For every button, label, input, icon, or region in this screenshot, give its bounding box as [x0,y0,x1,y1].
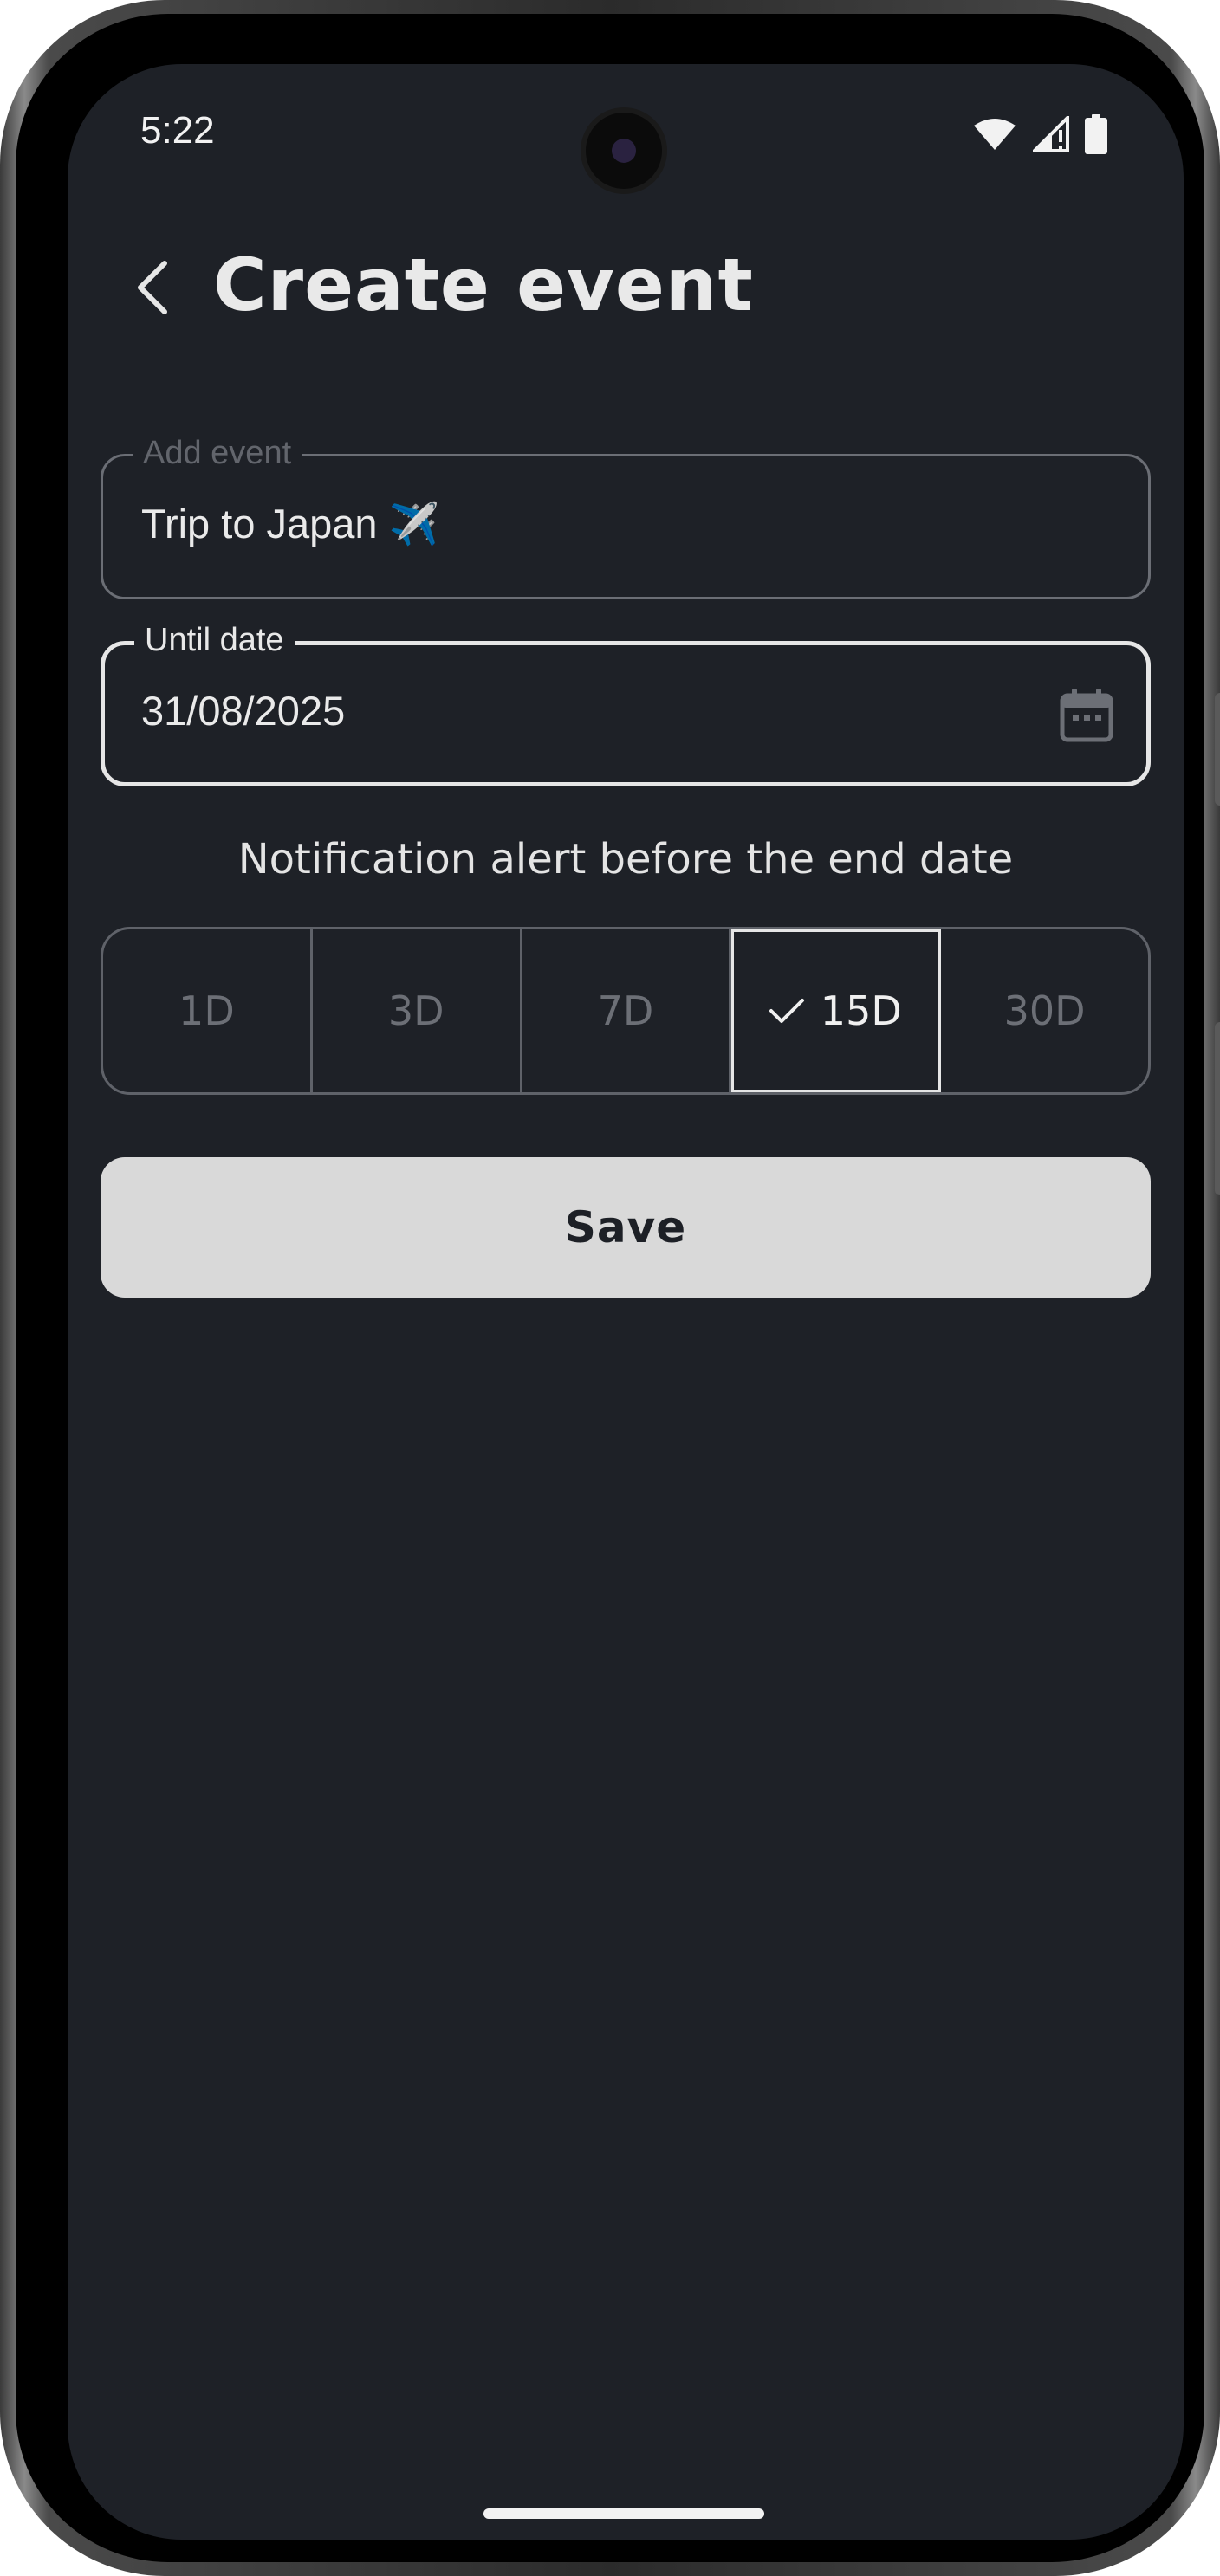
alert-option-label: 3D [387,987,445,1034]
until-date-field[interactable]: Until date 31/08/2025 [101,621,1151,786]
event-name-field[interactable]: Add event Trip to Japan ✈️ [101,434,1151,599]
notification-alert-selector: 1D 3D 7D 15D 30D [101,927,1151,1095]
check-icon [769,999,804,1023]
app-screen: 5:22 Create event Add event Trip to Japa… [68,64,1184,2540]
event-name-label: Add event [133,434,302,472]
phone-frame: 5:22 Create event Add event Trip to Japa… [0,0,1220,2576]
alert-option-3d[interactable]: 3D [313,929,522,1092]
alert-option-1d[interactable]: 1D [103,929,313,1092]
battery-icon [1085,114,1107,154]
save-button[interactable]: Save [101,1157,1151,1298]
until-date-label: Until date [134,621,295,659]
notification-caption: Notification alert before the end date [237,835,1014,883]
volume-button [1215,693,1220,806]
alert-option-label: 15D [820,987,902,1034]
power-button [1215,1022,1220,1195]
alert-option-30d[interactable]: 30D [941,929,1148,1092]
signal-icon [1033,116,1069,152]
wifi-icon [974,119,1016,150]
page-title: Create event [213,243,754,327]
alert-option-7d[interactable]: 7D [522,929,732,1092]
home-indicator[interactable] [483,2508,764,2519]
status-icons [972,114,1107,154]
chevron-left-icon [138,261,167,314]
until-date-input[interactable]: 31/08/2025 [141,687,345,735]
alert-option-15d[interactable]: 15D [731,929,942,1092]
alert-option-label: 7D [597,987,654,1034]
front-camera [581,107,667,194]
calendar-icon[interactable] [1060,687,1113,742]
event-name-input[interactable]: Trip to Japan ✈️ [141,500,439,548]
alert-option-label: 1D [178,987,235,1034]
alert-option-label: 30D [1003,987,1086,1034]
status-time: 5:22 [140,109,215,152]
back-button[interactable] [118,253,187,322]
phone-bezel: 5:22 Create event Add event Trip to Japa… [16,14,1204,2562]
